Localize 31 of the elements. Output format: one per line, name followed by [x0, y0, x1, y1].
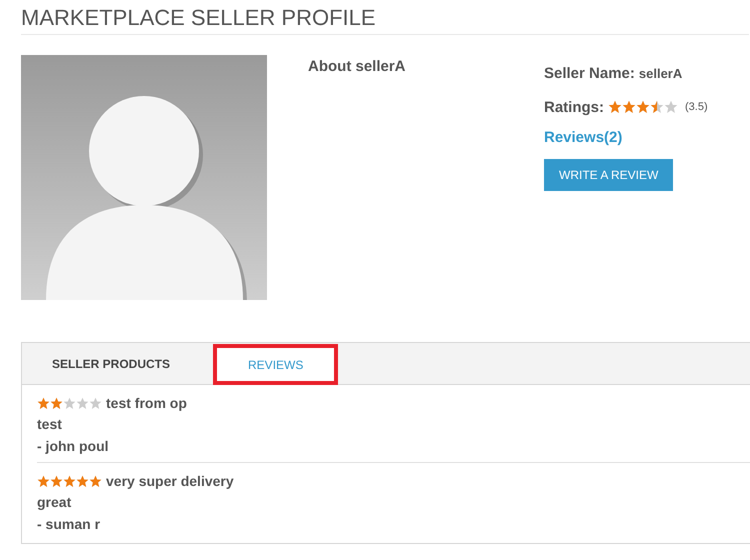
star-icon: [76, 474, 89, 488]
seller-name-label: Seller Name:: [544, 64, 635, 82]
reviews-link[interactable]: Reviews(2): [544, 129, 622, 146]
star-icon: [50, 474, 63, 488]
review-author: - suman r: [37, 516, 102, 534]
tab[interactable]: SELLER PRODUCTS: [22, 343, 200, 384]
star-icon: [89, 396, 102, 410]
star-icon: [89, 474, 102, 488]
star-icon: [664, 100, 678, 114]
tab[interactable]: REVIEWS: [213, 344, 338, 385]
seller-name: sellerA: [638, 66, 682, 80]
ratings-label: Ratings:: [544, 98, 604, 116]
review-author: - john poul: [37, 438, 110, 456]
star-icon: [76, 396, 89, 410]
star-icon: [636, 100, 650, 114]
about-heading: About sellerA: [308, 58, 407, 75]
star-icon: [37, 474, 50, 488]
star-icon: [37, 396, 50, 410]
star-icon: [63, 474, 76, 488]
review-text: test: [37, 416, 63, 434]
review-title: very super delivery: [106, 473, 234, 489]
review-text: great: [37, 494, 72, 512]
rating-value: (3.5): [685, 101, 708, 113]
star-icon: [622, 100, 636, 114]
star-icon: [50, 396, 63, 410]
star-icon: [63, 396, 76, 410]
star-icon: [608, 100, 622, 114]
write-review-button[interactable]: WRITE A REVIEW: [544, 159, 674, 191]
review-title: test from op: [106, 395, 187, 411]
page-title: MARKETPLACE SELLER PROFILE: [21, 0, 749, 35]
star-icon: [650, 100, 664, 114]
